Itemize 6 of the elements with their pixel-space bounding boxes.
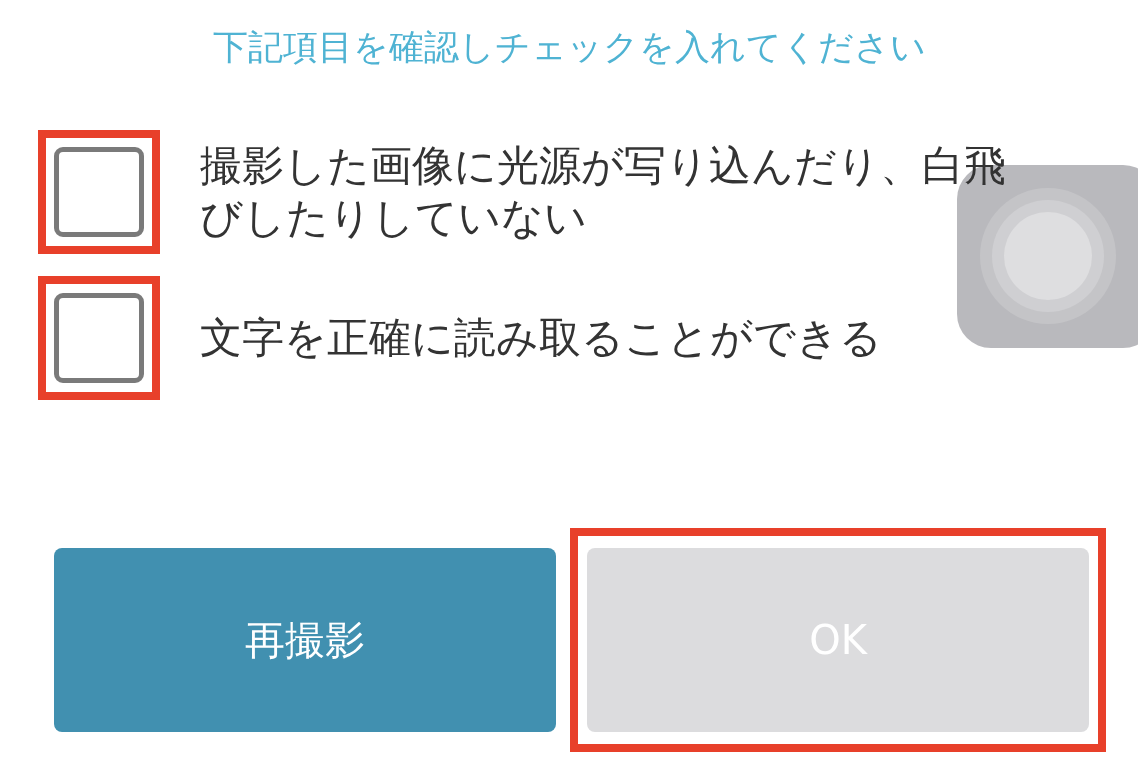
- checkbox-label: 文字を正確に読み取ることができる: [200, 311, 883, 364]
- checkbox[interactable]: [54, 147, 144, 237]
- checkbox[interactable]: [54, 293, 144, 383]
- checkbox-label: 撮影した画像に光源が写り込んだり、白飛びしたりしていない: [200, 139, 1007, 244]
- instruction-title: 下記項目を確認しチェックを入れてください: [211, 26, 927, 69]
- retake-button[interactable]: 再撮影: [54, 548, 556, 732]
